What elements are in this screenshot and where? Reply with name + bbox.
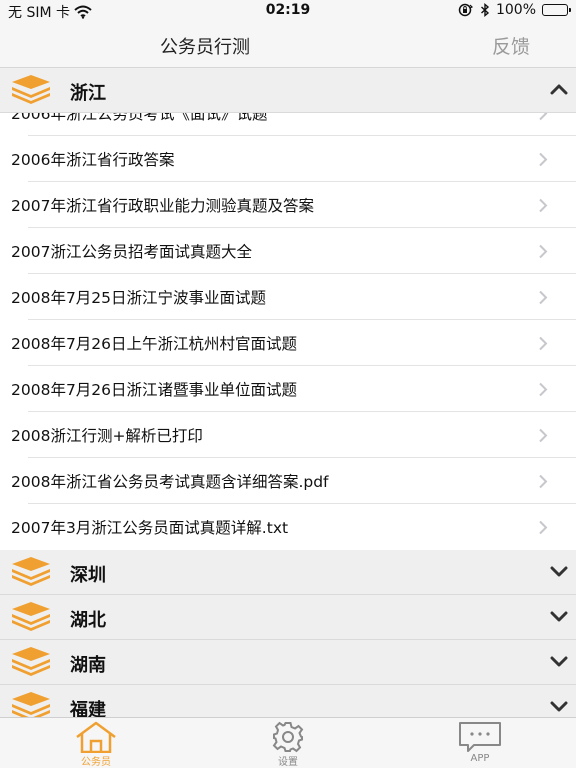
section-title: 湖南 [70, 655, 106, 676]
layers-icon [12, 75, 50, 104]
list-item-label: 2006年浙江公务员考试《面试》试题 [11, 113, 268, 123]
list-item-label: 2008年7月26日上午浙江杭州村官面试题 [11, 335, 298, 353]
chevron-right-icon [539, 152, 548, 167]
list-item[interactable]: 2008年7月26日浙江诸暨事业单位面试题 [0, 366, 576, 412]
gear-icon [272, 721, 304, 753]
chevron-down-icon [550, 611, 568, 622]
chat-bubble-icon [459, 722, 501, 752]
page-title: 公务员行测 [160, 37, 250, 58]
bluetooth-icon [480, 3, 490, 17]
layers-icon [12, 557, 50, 586]
section-title: 深圳 [70, 565, 106, 586]
section-header-hunan[interactable]: 湖南 [0, 640, 576, 685]
battery-icon [542, 4, 571, 16]
layers-icon [12, 602, 50, 631]
status-right: 100% [458, 2, 571, 18]
chevron-right-icon [539, 520, 548, 535]
section-header-shenzhen[interactable]: 深圳 [0, 550, 576, 595]
chevron-right-icon [539, 428, 548, 443]
list-item-label: 2006年浙江省行政答案 [11, 151, 175, 169]
list-item-label: 2008年7月26日浙江诸暨事业单位面试题 [11, 381, 298, 399]
feedback-button[interactable]: 反馈 [492, 32, 530, 59]
section-title: 浙江 [70, 83, 106, 104]
navigation-bar: 公务员行测 反馈 [0, 22, 576, 68]
chevron-right-icon [539, 244, 548, 259]
list-item[interactable]: 2008浙江行测+解析已打印 [0, 412, 576, 458]
tab-label: 公务员 [81, 757, 111, 768]
chevron-down-icon [550, 701, 568, 712]
chevron-down-icon [550, 656, 568, 667]
chevron-down-icon [550, 566, 568, 577]
section-item-list: 2006年浙江公务员考试《面试》试题 2006年浙江省行政答案 2007年浙江省… [0, 113, 576, 550]
chevron-up-icon [550, 84, 568, 95]
battery-percent: 100% [495, 2, 536, 18]
list-item-label: 2008年浙江省公务员考试真题含详细答案.pdf [11, 473, 329, 491]
section-header-expanded[interactable]: 浙江 [0, 68, 576, 113]
chevron-right-icon [539, 382, 548, 397]
section-title: 湖北 [70, 610, 106, 631]
status-bar: 无 SIM 卡 02:19 100% [0, 0, 576, 22]
list-item-label: 2007年浙江省行政职业能力测验真题及答案 [11, 197, 314, 215]
list-item-label: 2007年3月浙江公务员面试真题详解.txt [11, 519, 289, 537]
layers-icon [12, 647, 50, 676]
chevron-right-icon [539, 113, 548, 121]
house-icon [76, 721, 116, 753]
tab-civil-servant[interactable]: 公务员 [36, 718, 156, 768]
list-item[interactable]: 2007浙江公务员招考面试真题大全 [0, 228, 576, 274]
chevron-right-icon [539, 290, 548, 305]
list-item-label: 2008年7月25日浙江宁波事业面试题 [11, 289, 267, 307]
chevron-right-icon [539, 198, 548, 213]
list-item-label: 2007浙江公务员招考面试真题大全 [11, 243, 252, 261]
list-item[interactable]: 2008年浙江省公务员考试真题含详细答案.pdf [0, 458, 576, 504]
chevron-right-icon [539, 474, 548, 489]
chevron-right-icon [539, 336, 548, 351]
section-header-hubei[interactable]: 湖北 [0, 595, 576, 640]
tab-settings[interactable]: 设置 [228, 718, 348, 768]
tab-app[interactable]: APP [420, 718, 540, 768]
orientation-lock-icon [458, 3, 473, 17]
list-item[interactable]: 2008年7月26日上午浙江杭州村官面试题 [0, 320, 576, 366]
tab-bar: 公务员 设置 APP [0, 717, 576, 768]
list-item[interactable]: 2006年浙江公务员考试《面试》试题 [0, 113, 576, 136]
list-item[interactable]: 2007年浙江省行政职业能力测验真题及答案 [0, 182, 576, 228]
list-item[interactable]: 2006年浙江省行政答案 [0, 136, 576, 182]
tab-label: APP [470, 753, 490, 764]
list-item[interactable]: 2007年3月浙江公务员面试真题详解.txt [0, 504, 576, 550]
list-item[interactable]: 2008年7月25日浙江宁波事业面试题 [0, 274, 576, 320]
tab-label: 设置 [278, 757, 298, 768]
list-item-label: 2008浙江行测+解析已打印 [11, 427, 203, 445]
